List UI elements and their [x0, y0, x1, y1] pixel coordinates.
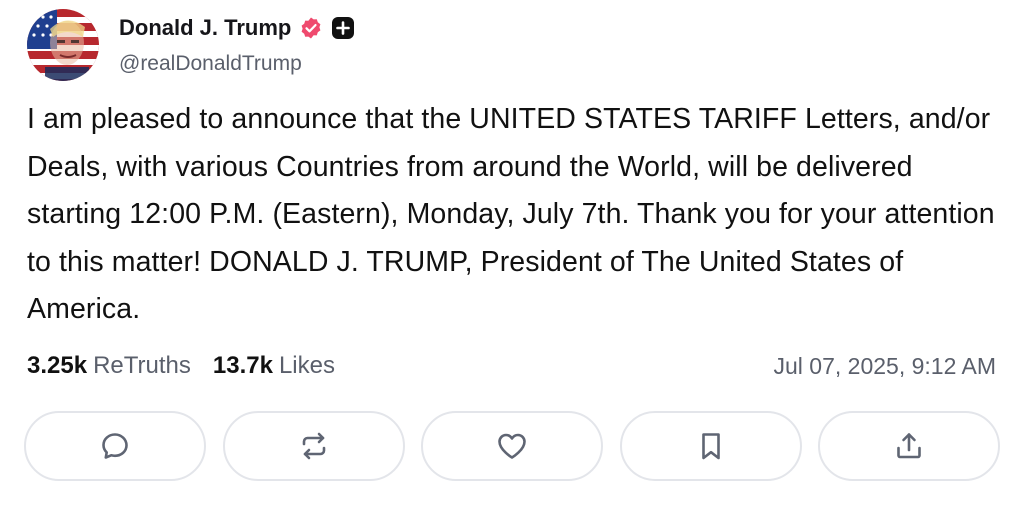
- flag-portrait-avatar-icon: [27, 9, 99, 81]
- retruths-stat[interactable]: 3.25k ReTruths: [27, 352, 191, 380]
- post-stats: 3.25k ReTruths 13.7k Likes: [27, 348, 357, 384]
- likes-count: 13.7k: [212, 352, 273, 379]
- post-body-text: I am pleased to announce that the UNITED…: [27, 103, 995, 325]
- retruth-button[interactable]: [222, 411, 405, 481]
- reply-button[interactable]: [24, 411, 206, 481]
- share-button[interactable]: [818, 411, 1000, 481]
- plus-badge-icon: [331, 16, 355, 40]
- author-handle[interactable]: @realDonaldTrump: [119, 52, 302, 76]
- post-timestamp[interactable]: Jul 07, 2025, 9:12 AM: [774, 348, 997, 384]
- verified-badge-icon: [299, 16, 323, 40]
- like-button[interactable]: [421, 411, 603, 481]
- retruths-label: ReTruths: [93, 352, 191, 379]
- bookmark-icon: [701, 433, 720, 460]
- retruth-arrows-icon: [302, 432, 325, 460]
- author-avatar[interactable]: [27, 9, 99, 81]
- share-upload-icon: [897, 433, 921, 459]
- likes-label: Likes: [278, 352, 335, 379]
- heart-icon: [498, 433, 526, 459]
- reply-bubble-icon: [102, 433, 128, 459]
- likes-stat[interactable]: 13.7k Likes: [213, 352, 335, 380]
- author-display-name[interactable]: Donald J. Trump: [119, 15, 291, 41]
- author-name-row: Donald J. Trump: [119, 12, 355, 44]
- truth-post: Donald J. Trump @realDonaldTrump I am pl…: [0, 0, 1024, 514]
- post-action-bar: [24, 411, 1000, 481]
- bookmark-button[interactable]: [619, 411, 802, 481]
- retruths-count: 3.25k: [27, 352, 88, 379]
